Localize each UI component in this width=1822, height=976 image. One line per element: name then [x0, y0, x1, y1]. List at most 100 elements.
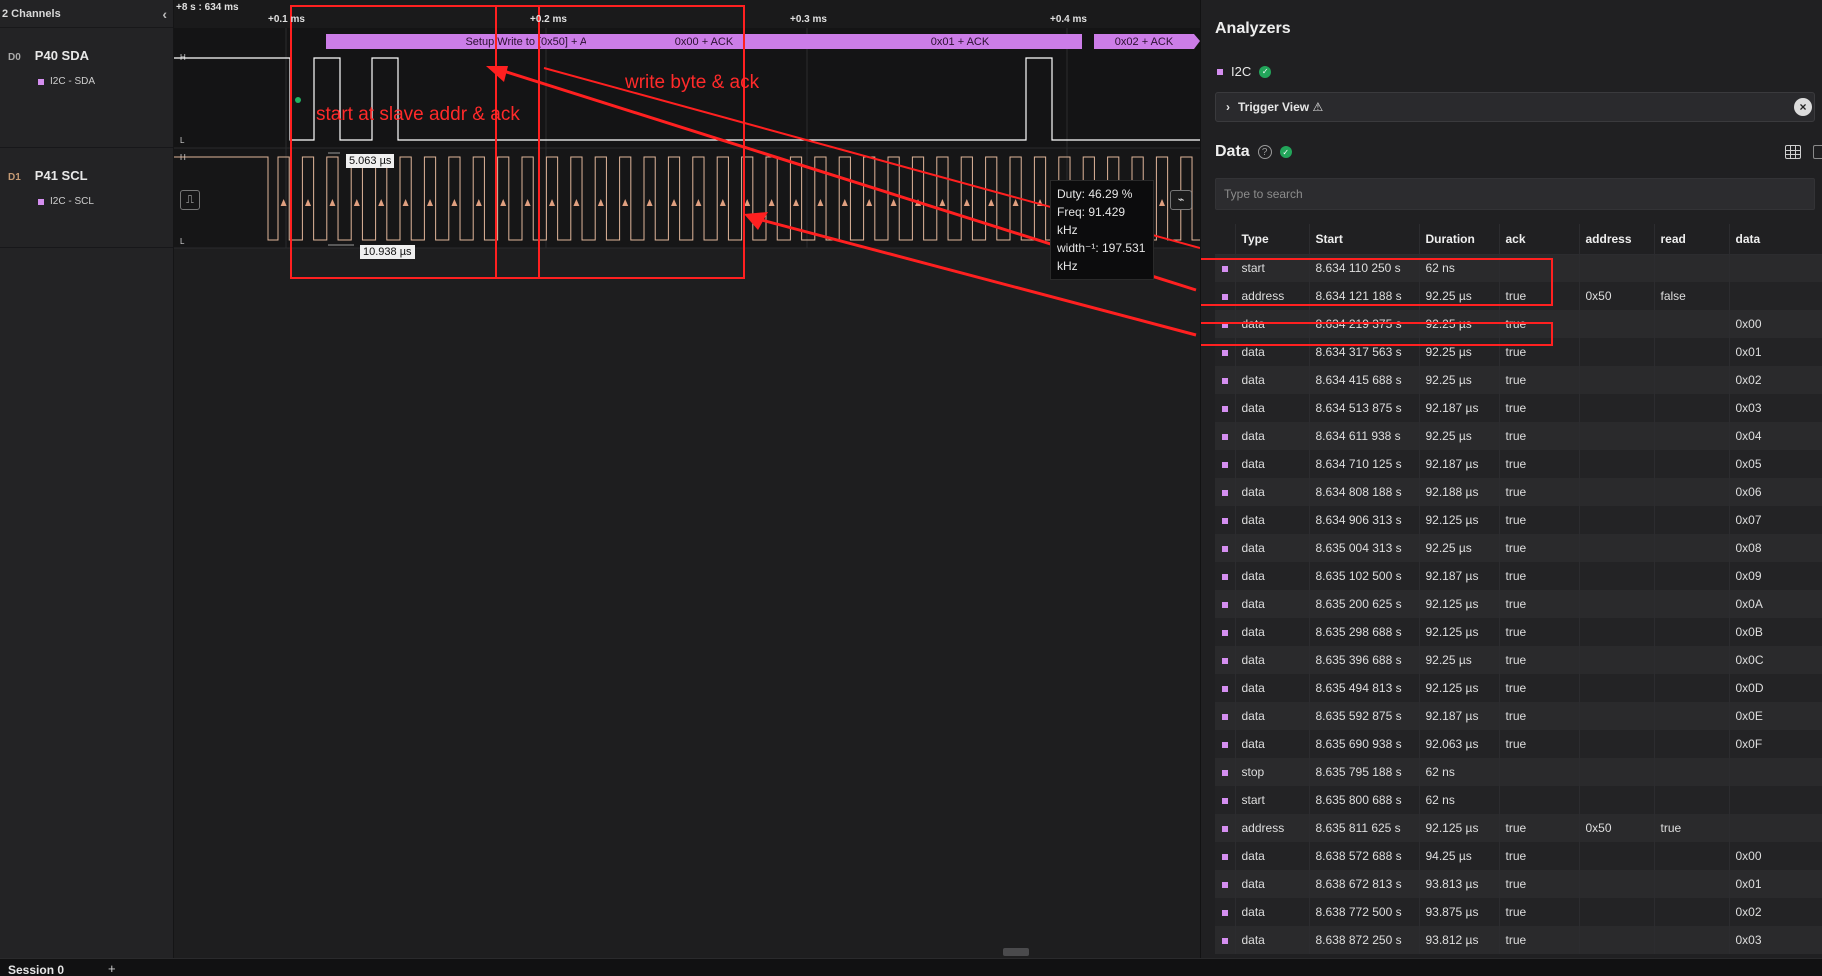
- time-tick: +0.3 ms: [790, 14, 827, 25]
- table-cell: 92.125 µs: [1419, 618, 1500, 646]
- table-cell: 0x0B: [1729, 618, 1822, 646]
- annotation-box: [1201, 322, 1553, 346]
- column-header[interactable]: data: [1729, 224, 1822, 255]
- start-marker: [295, 97, 301, 103]
- table-cell: [1579, 422, 1655, 450]
- table-cell: data: [1235, 870, 1310, 898]
- table-cell: [1579, 338, 1655, 366]
- table-row[interactable]: data 8.634 710 125 s 92.187 µs true 0x05: [1215, 450, 1822, 478]
- table-cell: true: [1499, 450, 1580, 478]
- analyzer-name[interactable]: I2C: [1231, 64, 1251, 79]
- column-header[interactable]: Duration: [1419, 224, 1500, 255]
- row-color-icon: [1221, 770, 1228, 776]
- table-row[interactable]: data 8.634 808 188 s 92.188 µs true 0x06: [1215, 478, 1822, 506]
- row-color-icon: [1221, 434, 1228, 440]
- analyzer-item-i2c[interactable]: I2C ✓: [1217, 64, 1272, 79]
- channels-header: 2 Channels ‹: [0, 0, 173, 28]
- column-header[interactable]: address: [1579, 224, 1655, 255]
- table-cell: 92.125 µs: [1419, 814, 1500, 842]
- table-cell: [1579, 730, 1655, 758]
- table-row[interactable]: data 8.635 200 625 s 92.125 µs true 0x0A: [1215, 590, 1822, 618]
- table-row[interactable]: data 8.638 672 813 s 93.813 µs true 0x01: [1215, 870, 1822, 898]
- table-cell: 8.635 200 625 s: [1309, 590, 1420, 618]
- table-row[interactable]: data 8.635 298 688 s 92.125 µs true 0x0B: [1215, 618, 1822, 646]
- table-row[interactable]: data 8.638 572 688 s 94.25 µs true 0x00: [1215, 842, 1822, 870]
- channel-name[interactable]: P41 SCL: [35, 168, 88, 183]
- help-icon[interactable]: ?: [1257, 145, 1272, 159]
- chevron-left-icon[interactable]: ‹: [162, 6, 167, 22]
- table-cell: data: [1235, 450, 1310, 478]
- column-header[interactable]: ack: [1499, 224, 1580, 255]
- table-row[interactable]: data 8.638 872 250 s 93.812 µs true 0x03: [1215, 926, 1822, 954]
- column-header[interactable]: read: [1654, 224, 1730, 255]
- channel-name[interactable]: P40 SDA: [35, 48, 89, 63]
- annotation-write: write byte & ack: [624, 72, 760, 93]
- table-row[interactable]: address 8.635 811 625 s 92.125 µs true 0x50 t…: [1215, 814, 1822, 842]
- waveform-view[interactable]: H L H L Setup Write to [0x50] + ACK 0x00…: [174, 0, 1200, 958]
- table-cell: 8.638 872 250 s: [1309, 926, 1420, 954]
- table-row[interactable]: data 8.634 513 875 s 92.187 µs true 0x03: [1215, 394, 1822, 422]
- auto-measure-icon[interactable]: ⌁: [1170, 190, 1192, 210]
- table-cell: 0x02: [1729, 366, 1822, 394]
- table-cell: 92.187 µs: [1419, 450, 1500, 478]
- table-row[interactable]: data 8.635 102 500 s 92.187 µs true 0x09: [1215, 562, 1822, 590]
- table-cell: 92.25 µs: [1419, 422, 1500, 450]
- table-icon[interactable]: [1785, 145, 1801, 159]
- table-row[interactable]: data 8.634 906 313 s 92.125 µs true 0x07: [1215, 506, 1822, 534]
- column-header[interactable]: Type: [1235, 224, 1310, 255]
- table-cell: [1579, 310, 1655, 338]
- table-row[interactable]: data 8.635 592 875 s 92.187 µs true 0x0E: [1215, 702, 1822, 730]
- close-circle-icon[interactable]: ×: [1794, 98, 1812, 116]
- table-cell: [1654, 562, 1730, 590]
- row-color-icon: [1221, 574, 1228, 580]
- table-cell: 0x50: [1579, 282, 1655, 310]
- table-cell: [1579, 450, 1655, 478]
- table-row[interactable]: data 8.635 004 313 s 92.25 µs true 0x08: [1215, 534, 1822, 562]
- analyzer-color-icon: [1217, 68, 1223, 75]
- waveform-canvas[interactable]: H L H L Setup Write to [0x50] + ACK 0x00…: [174, 0, 1200, 958]
- table-cell: data: [1235, 478, 1310, 506]
- table-cell: [1579, 366, 1655, 394]
- tooltip-duty: Duty: 46.29 %: [1057, 187, 1133, 201]
- table-row[interactable]: data 8.635 396 688 s 92.25 µs true 0x0C: [1215, 646, 1822, 674]
- table-cell: [1654, 870, 1730, 898]
- column-header[interactable]: Start: [1309, 224, 1420, 255]
- table-cell: 8.634 710 125 s: [1309, 450, 1420, 478]
- plus-icon[interactable]: +: [108, 961, 116, 976]
- table-row[interactable]: data 8.635 494 813 s 92.125 µs true 0x0D: [1215, 674, 1822, 702]
- trigger-view-toggle[interactable]: › Trigger View ⚠ ×: [1215, 92, 1815, 122]
- table-cell: 8.634 415 688 s: [1309, 366, 1420, 394]
- decoded-frames[interactable]: Setup Write to [0x50] + ACK 0x00 + ACK 0…: [326, 34, 1200, 49]
- table-cell: 8.634 513 875 s: [1309, 394, 1420, 422]
- table-row[interactable]: start 8.635 800 688 s 62 ns: [1215, 786, 1822, 814]
- row-color-icon: [1221, 798, 1228, 804]
- table-row[interactable]: stop 8.635 795 188 s 62 ns: [1215, 758, 1822, 786]
- row-color-icon: [1221, 826, 1228, 832]
- table-cell: [1729, 814, 1822, 842]
- export-icon[interactable]: [1813, 145, 1822, 159]
- table-cell: [1579, 786, 1655, 814]
- table-row[interactable]: data 8.635 690 938 s 92.063 µs true 0x0F: [1215, 730, 1822, 758]
- horizontal-scrollbar[interactable]: [1003, 948, 1029, 956]
- channel-row-d1[interactable]: D1 P41 SCL I2C - SCL: [0, 148, 173, 248]
- table-cell: [1654, 842, 1730, 870]
- data-header: Data ? ✓: [1215, 143, 1292, 161]
- table-cell: data: [1235, 562, 1310, 590]
- row-color-icon: [1221, 350, 1228, 356]
- table-row[interactable]: data 8.638 772 500 s 93.875 µs true 0x02: [1215, 898, 1822, 926]
- session-tab[interactable]: Session 0: [8, 963, 64, 976]
- table-cell: true: [1499, 562, 1580, 590]
- data-title: Data: [1215, 143, 1250, 160]
- search-input[interactable]: [1215, 178, 1815, 210]
- frame-label: 0x00 + ACK: [675, 36, 734, 48]
- table-cell: [1654, 646, 1730, 674]
- table-cell: [1654, 310, 1730, 338]
- table-cell: true: [1499, 366, 1580, 394]
- table-cell: 92.25 µs: [1419, 366, 1500, 394]
- table-row[interactable]: data 8.634 415 688 s 92.25 µs true 0x02: [1215, 366, 1822, 394]
- table-cell: [1654, 506, 1730, 534]
- channel-row-d0[interactable]: D0 P40 SDA I2C - SDA: [0, 28, 173, 148]
- scl-measure-icon[interactable]: ⎍: [180, 190, 200, 210]
- table-cell: [1654, 926, 1730, 954]
- table-row[interactable]: data 8.634 611 938 s 92.25 µs true 0x04: [1215, 422, 1822, 450]
